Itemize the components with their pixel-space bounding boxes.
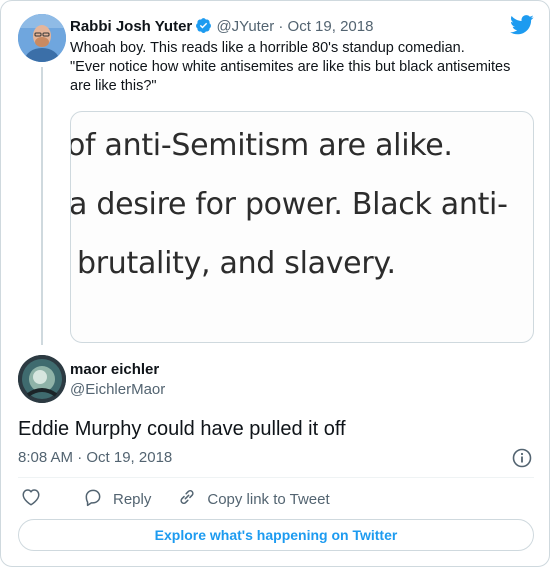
- avatar-maor-eichler[interactable]: [18, 355, 66, 403]
- quoted-tweet-line-2: "Ever notice how white antisemites are l…: [70, 59, 511, 94]
- tweet-text: Eddie Murphy could have pulled it off: [18, 418, 346, 440]
- header-separator: ·: [278, 18, 284, 35]
- copy-link-label: Copy link to Tweet: [207, 490, 330, 508]
- tweet-timestamp[interactable]: 8:08 AM · Oct 19, 2018: [18, 448, 172, 468]
- author-name[interactable]: maor eichler: [70, 360, 159, 380]
- reply-icon: [83, 487, 113, 511]
- divider: [18, 477, 534, 478]
- image-text-line-1: of anti-Semitism are alike.: [70, 128, 453, 163]
- reply-button[interactable]: Reply: [83, 487, 151, 511]
- quoted-tweet-header: Rabbi Josh Yuter @JYuter · Oct 19, 2018: [70, 17, 373, 40]
- avatar-josh-yuter[interactable]: [18, 14, 66, 62]
- author-handle[interactable]: @EichlerMaor: [70, 380, 165, 400]
- info-icon[interactable]: [512, 448, 532, 473]
- copy-link-button[interactable]: Copy link to Tweet: [177, 487, 330, 511]
- quoted-tweet-date[interactable]: Oct 19, 2018: [288, 18, 374, 35]
- thread-connector-line: [41, 67, 43, 345]
- quoted-author-name[interactable]: Rabbi Josh Yuter: [70, 18, 192, 35]
- quoted-media-image[interactable]: of anti-Semitism are alike. a desire for…: [70, 111, 534, 343]
- tweet-embed-card: Rabbi Josh Yuter @JYuter · Oct 19, 2018 …: [0, 0, 550, 567]
- image-text-line-2: a desire for power. Black anti-: [70, 187, 508, 222]
- quoted-tweet-line-1: Whoah boy. This reads like a horrible 80…: [70, 40, 465, 56]
- action-bar: Reply Copy link to Tweet: [21, 488, 330, 510]
- reply-label: Reply: [113, 490, 152, 508]
- like-button[interactable]: [21, 488, 51, 510]
- quoted-tweet-text: Whoah boy. This reads like a horrible 80…: [70, 39, 530, 96]
- twitter-bird-icon[interactable]: [510, 15, 534, 40]
- verified-badge-icon: [195, 17, 212, 40]
- explore-twitter-button[interactable]: Explore what's happening on Twitter: [18, 519, 534, 551]
- link-icon: [177, 487, 207, 511]
- quoted-author-handle[interactable]: @JYuter: [216, 18, 274, 35]
- image-text-line-3: brutality, and slavery.: [77, 246, 396, 281]
- heart-icon: [21, 488, 51, 510]
